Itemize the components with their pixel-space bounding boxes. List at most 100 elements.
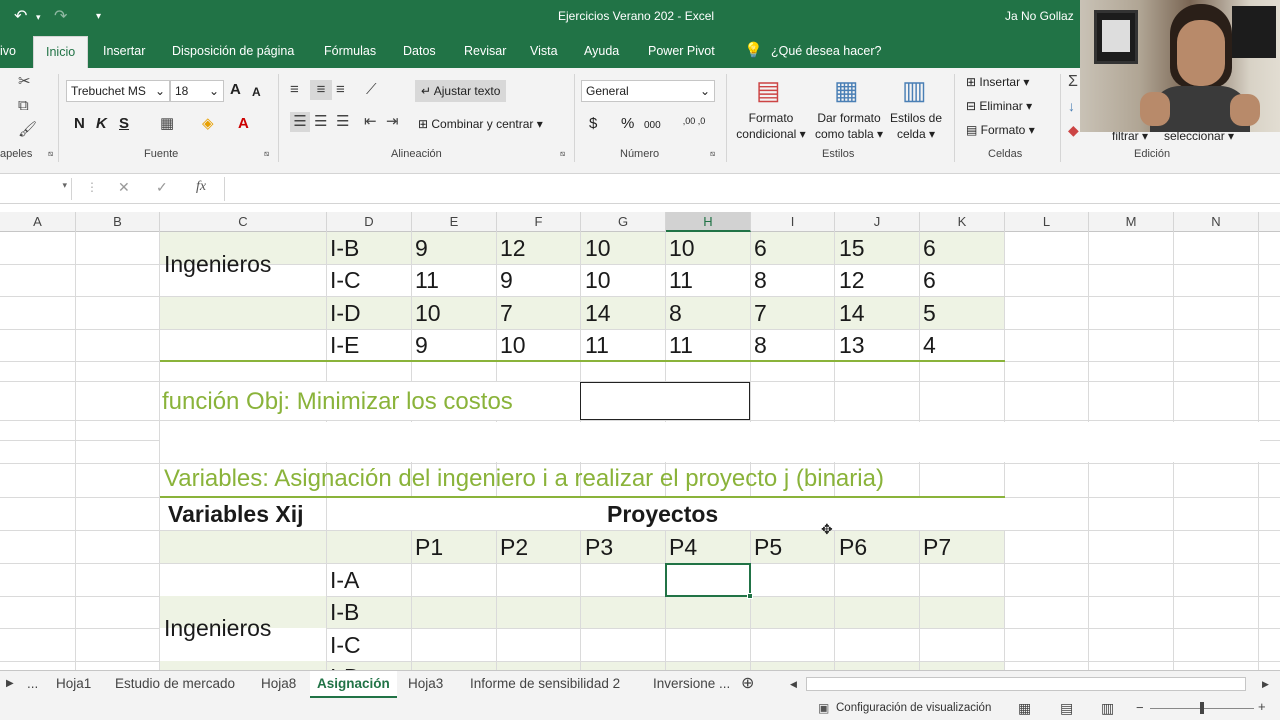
zoom-slider-thumb[interactable] bbox=[1200, 702, 1204, 714]
engineer-id[interactable]: I-B bbox=[330, 233, 359, 263]
cost-cell[interactable]: 13 bbox=[839, 330, 865, 360]
engineer-id[interactable]: I-C bbox=[330, 265, 361, 295]
tab-power-pivot[interactable]: Power Pivot bbox=[648, 34, 715, 68]
undo-dropdown-icon[interactable]: ▾ bbox=[36, 12, 41, 23]
engineer-id[interactable]: I-C bbox=[330, 630, 361, 660]
column-header[interactable]: K bbox=[920, 212, 1005, 232]
font-color-icon[interactable]: A bbox=[238, 114, 249, 134]
column-header[interactable]: D bbox=[327, 212, 412, 232]
align-center-icon[interactable]: ☰ bbox=[314, 112, 327, 132]
insert-cells-button[interactable]: ⊞ Insertar ▾ bbox=[966, 74, 1029, 90]
cost-cell[interactable]: 7 bbox=[500, 298, 513, 328]
delete-cells-button[interactable]: ⊟ Eliminar ▾ bbox=[966, 98, 1032, 114]
orientation-icon[interactable]: ⟋ bbox=[366, 80, 377, 100]
project-label[interactable]: P3 bbox=[585, 532, 613, 562]
tab-disposicion[interactable]: Disposición de página bbox=[172, 34, 294, 68]
project-label[interactable]: P4 bbox=[669, 532, 697, 562]
clear-icon[interactable]: ◆ bbox=[1068, 120, 1079, 140]
customize-toolbar-icon[interactable]: ▾ bbox=[96, 11, 101, 22]
tab-inicio[interactable]: Inicio bbox=[33, 36, 89, 68]
project-label[interactable]: P7 bbox=[923, 532, 951, 562]
more-sheets-button[interactable]: ... bbox=[27, 671, 38, 699]
sheet-tab[interactable]: Estudio de mercado bbox=[115, 671, 235, 699]
conditional-format-button[interactable]: Formato condicional ▾ bbox=[733, 110, 809, 142]
column-header[interactable]: E bbox=[412, 212, 497, 232]
cost-cell[interactable]: 15 bbox=[839, 233, 865, 263]
font-launcher-icon[interactable]: ⧅ bbox=[264, 148, 269, 160]
objective-label[interactable]: función Obj: Minimizar los costos bbox=[162, 387, 513, 417]
engineer-id[interactable]: I-A bbox=[330, 565, 359, 595]
sheet-tab-active[interactable]: Asignación bbox=[310, 671, 397, 699]
column-header[interactable]: L bbox=[1005, 212, 1089, 232]
merge-center-button[interactable]: ⊞ Combinar y centrar ▾ bbox=[418, 116, 543, 132]
fill-color-icon[interactable]: ◈ bbox=[202, 114, 214, 134]
alignment-launcher-icon[interactable]: ⧅ bbox=[560, 148, 565, 160]
sheet-tab[interactable]: Inversione ... bbox=[653, 671, 730, 699]
active-cell[interactable] bbox=[665, 563, 753, 599]
decrease-indent-icon[interactable]: ⇤ bbox=[364, 112, 377, 132]
variables-title[interactable]: Variables: Asignación del ingeniero i a … bbox=[164, 464, 884, 494]
engineers-label[interactable]: Ingenieros bbox=[164, 613, 271, 643]
undo-icon[interactable]: ↶ bbox=[14, 6, 27, 26]
scroll-tabs-right-icon[interactable]: ▶ bbox=[6, 671, 14, 699]
cost-cell[interactable]: 10 bbox=[585, 265, 611, 295]
engineer-id[interactable]: I-D bbox=[330, 662, 361, 670]
align-middle-icon[interactable]: ≡ bbox=[310, 80, 332, 100]
cost-cell[interactable]: 9 bbox=[500, 265, 513, 295]
font-size-select[interactable]: 18 ⌄ bbox=[170, 80, 224, 102]
cost-cell[interactable]: 11 bbox=[669, 330, 693, 360]
sheet-tab[interactable]: Informe de sensibilidad 2 bbox=[470, 671, 620, 699]
scroll-right-icon[interactable]: ▶ bbox=[1262, 671, 1269, 699]
zoom-out-icon[interactable]: − bbox=[1136, 700, 1144, 715]
cost-cell[interactable]: 4 bbox=[923, 330, 936, 360]
thousands-button[interactable]: 000 bbox=[644, 118, 661, 134]
projects-header[interactable]: Proyectos bbox=[607, 499, 718, 529]
page-break-icon[interactable]: ▥ bbox=[1101, 700, 1114, 717]
fill-icon[interactable]: ↓ bbox=[1068, 96, 1075, 116]
sheet-tab[interactable]: Hoja8 bbox=[261, 671, 296, 699]
scroll-left-icon[interactable]: ◀ bbox=[790, 671, 797, 699]
cost-cell[interactable]: 6 bbox=[923, 233, 936, 263]
column-header[interactable]: B bbox=[76, 212, 160, 232]
format-cells-button[interactable]: ▤ Formato ▾ bbox=[966, 122, 1035, 138]
cost-cell[interactable]: 11 bbox=[415, 265, 439, 295]
cost-cell[interactable]: 14 bbox=[585, 298, 611, 328]
bold-button[interactable]: N bbox=[74, 116, 85, 132]
column-header[interactable]: G bbox=[581, 212, 666, 232]
horizontal-scrollbar[interactable] bbox=[806, 677, 1246, 691]
align-top-icon[interactable]: ≡ bbox=[290, 80, 299, 100]
cost-cell[interactable]: 7 bbox=[754, 298, 767, 328]
column-header[interactable]: F bbox=[497, 212, 581, 232]
tab-datos[interactable]: Datos bbox=[403, 34, 436, 68]
cost-cell[interactable]: 14 bbox=[839, 298, 865, 328]
decimals-buttons[interactable]: ,00 ,0 bbox=[672, 116, 716, 126]
normal-view-icon[interactable]: ▦ bbox=[1018, 700, 1031, 717]
engineer-id[interactable]: I-D bbox=[330, 298, 361, 328]
worksheet-grid[interactable]: Ingenieros I-B 9 12 10 10 6 15 6 I-C 11 … bbox=[0, 232, 1280, 670]
wrap-text-button[interactable]: ↵ Ajustar texto bbox=[415, 80, 507, 102]
cost-cell[interactable]: 10 bbox=[415, 298, 441, 328]
display-settings-button[interactable]: Configuración de visualización bbox=[836, 702, 991, 714]
tab-insertar[interactable]: Insertar bbox=[103, 34, 145, 68]
function-icon[interactable]: fx bbox=[196, 179, 206, 195]
user-name[interactable]: Ja No Gollaz bbox=[1005, 9, 1074, 23]
number-format-select[interactable]: General ⌄ bbox=[581, 80, 715, 102]
cost-cell[interactable]: 9 bbox=[415, 233, 428, 263]
cost-cell[interactable]: 10 bbox=[500, 330, 526, 360]
column-header[interactable]: J bbox=[835, 212, 920, 232]
project-label[interactable]: P6 bbox=[839, 532, 867, 562]
engineer-id[interactable]: I-B bbox=[330, 597, 359, 627]
name-box[interactable]: ▾ bbox=[0, 178, 72, 200]
cut-icon[interactable]: ✂ bbox=[18, 72, 31, 92]
align-right-icon[interactable]: ☰ bbox=[336, 112, 349, 132]
engineers-label[interactable]: Ingenieros bbox=[164, 249, 271, 279]
tab-vista[interactable]: Vista bbox=[530, 34, 558, 68]
number-launcher-icon[interactable]: ⧅ bbox=[710, 148, 715, 160]
tab-file[interactable]: ivo bbox=[0, 34, 16, 68]
column-header[interactable]: A bbox=[0, 212, 76, 232]
cost-cell[interactable]: 8 bbox=[669, 298, 682, 328]
project-label[interactable]: P1 bbox=[415, 532, 443, 562]
align-bottom-icon[interactable]: ≡ bbox=[336, 80, 345, 100]
cost-cell[interactable]: 6 bbox=[923, 265, 936, 295]
objective-value-cell[interactable] bbox=[580, 382, 750, 420]
